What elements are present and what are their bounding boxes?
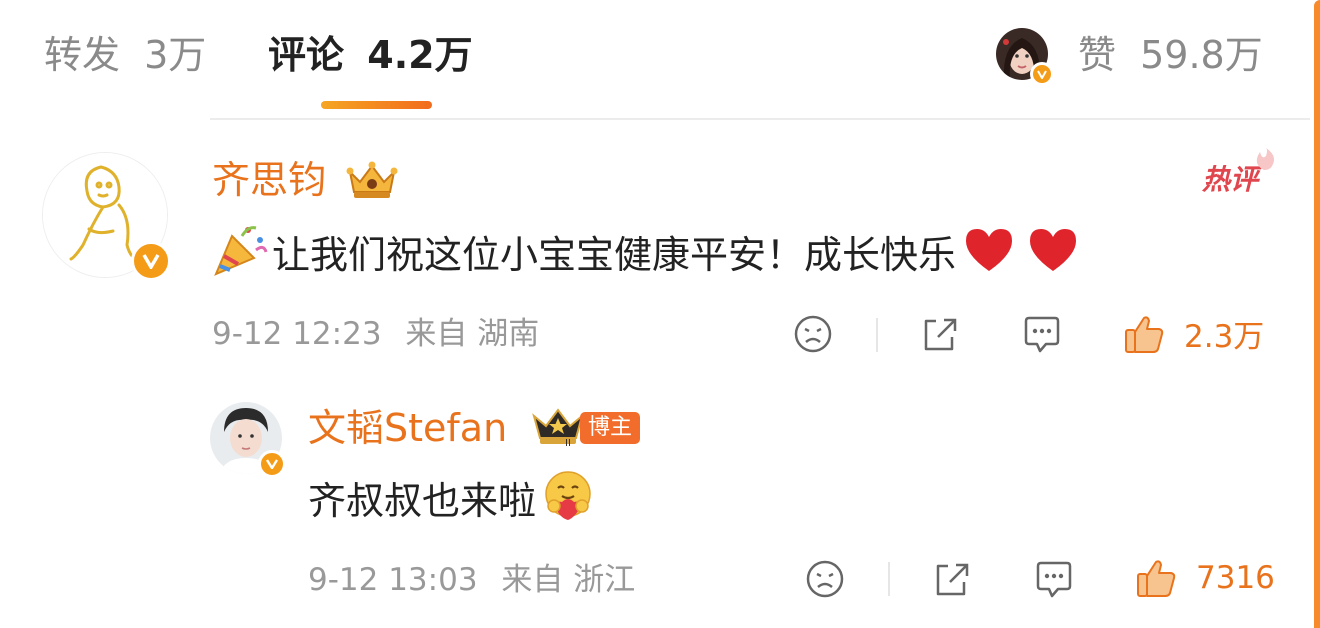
replier-avatar[interactable] [210, 402, 286, 478]
crown-badge-icon [344, 158, 400, 206]
like-button[interactable]: 7316 [1134, 556, 1275, 600]
red-heart-icon [962, 225, 1016, 290]
reply-source: 来自 浙江 [501, 562, 636, 598]
comment-bubble-icon [1036, 561, 1072, 598]
liker-avatar[interactable] [996, 28, 1054, 86]
reply-button[interactable] [1020, 313, 1064, 355]
frown-face-icon [794, 315, 832, 353]
party-popper-icon [212, 222, 270, 293]
like-button[interactable]: 2.3万 [1122, 311, 1264, 356]
action-divider [888, 562, 890, 596]
red-heart-icon [1026, 225, 1080, 290]
tab-repost[interactable]: 转发 3万 [44, 28, 206, 82]
share-button[interactable] [918, 313, 960, 355]
comment-meta: 9-12 12:23 来自 湖南 [212, 314, 539, 354]
thumbs-up-icon [1125, 315, 1164, 353]
comment-source: 来自 湖南 [405, 316, 540, 352]
verified-badge-icon [1030, 62, 1054, 86]
commenter-name[interactable]: 齐思钧 [212, 155, 326, 205]
scroll-edge-bar [1314, 0, 1320, 628]
share-icon [936, 563, 969, 596]
action-divider [876, 318, 878, 352]
dislike-button[interactable] [804, 558, 846, 600]
frown-face-icon [806, 560, 844, 598]
verified-badge-icon [258, 450, 286, 478]
share-icon [924, 318, 957, 351]
share-button[interactable] [930, 558, 972, 600]
reply-time: 9-12 13:03 [308, 562, 478, 598]
reply-meta: 9-12 13:03 来自 浙江 [308, 560, 635, 600]
thumbs-up-icon [1137, 560, 1176, 597]
dislike-button[interactable] [792, 313, 834, 355]
tab-bar: 转发 3万 评论 4.2万 赞 59.8万 [0, 0, 1310, 118]
vip-crown-icon: II [530, 404, 586, 452]
active-tab-indicator [321, 101, 432, 109]
comment-bubble-icon [1024, 316, 1060, 353]
replier-name[interactable]: 文韬Stefan [308, 403, 507, 453]
tab-like[interactable]: 赞 59.8万 [1078, 28, 1263, 82]
tab-comment[interactable]: 评论 4.2万 [268, 28, 473, 82]
hot-tag-flame-icon [1250, 146, 1278, 176]
header-divider [210, 118, 1310, 120]
reply-text-line: 齐叔叔也来啦 [308, 468, 596, 539]
comment-text-line: 让我们祝这位小宝宝健康平安！成长快乐 [212, 222, 1080, 293]
like-count: 7316 [1196, 560, 1275, 596]
like-count: 2.3万 [1184, 319, 1265, 355]
blogger-tag: 博主 [580, 412, 641, 444]
comment-time: 9-12 12:23 [212, 316, 382, 352]
verified-badge-icon [131, 241, 171, 281]
reply-button[interactable] [1032, 558, 1076, 600]
hugging-face-icon [540, 468, 596, 539]
commenter-avatar[interactable] [42, 152, 171, 281]
svg-text:II: II [565, 438, 571, 448]
